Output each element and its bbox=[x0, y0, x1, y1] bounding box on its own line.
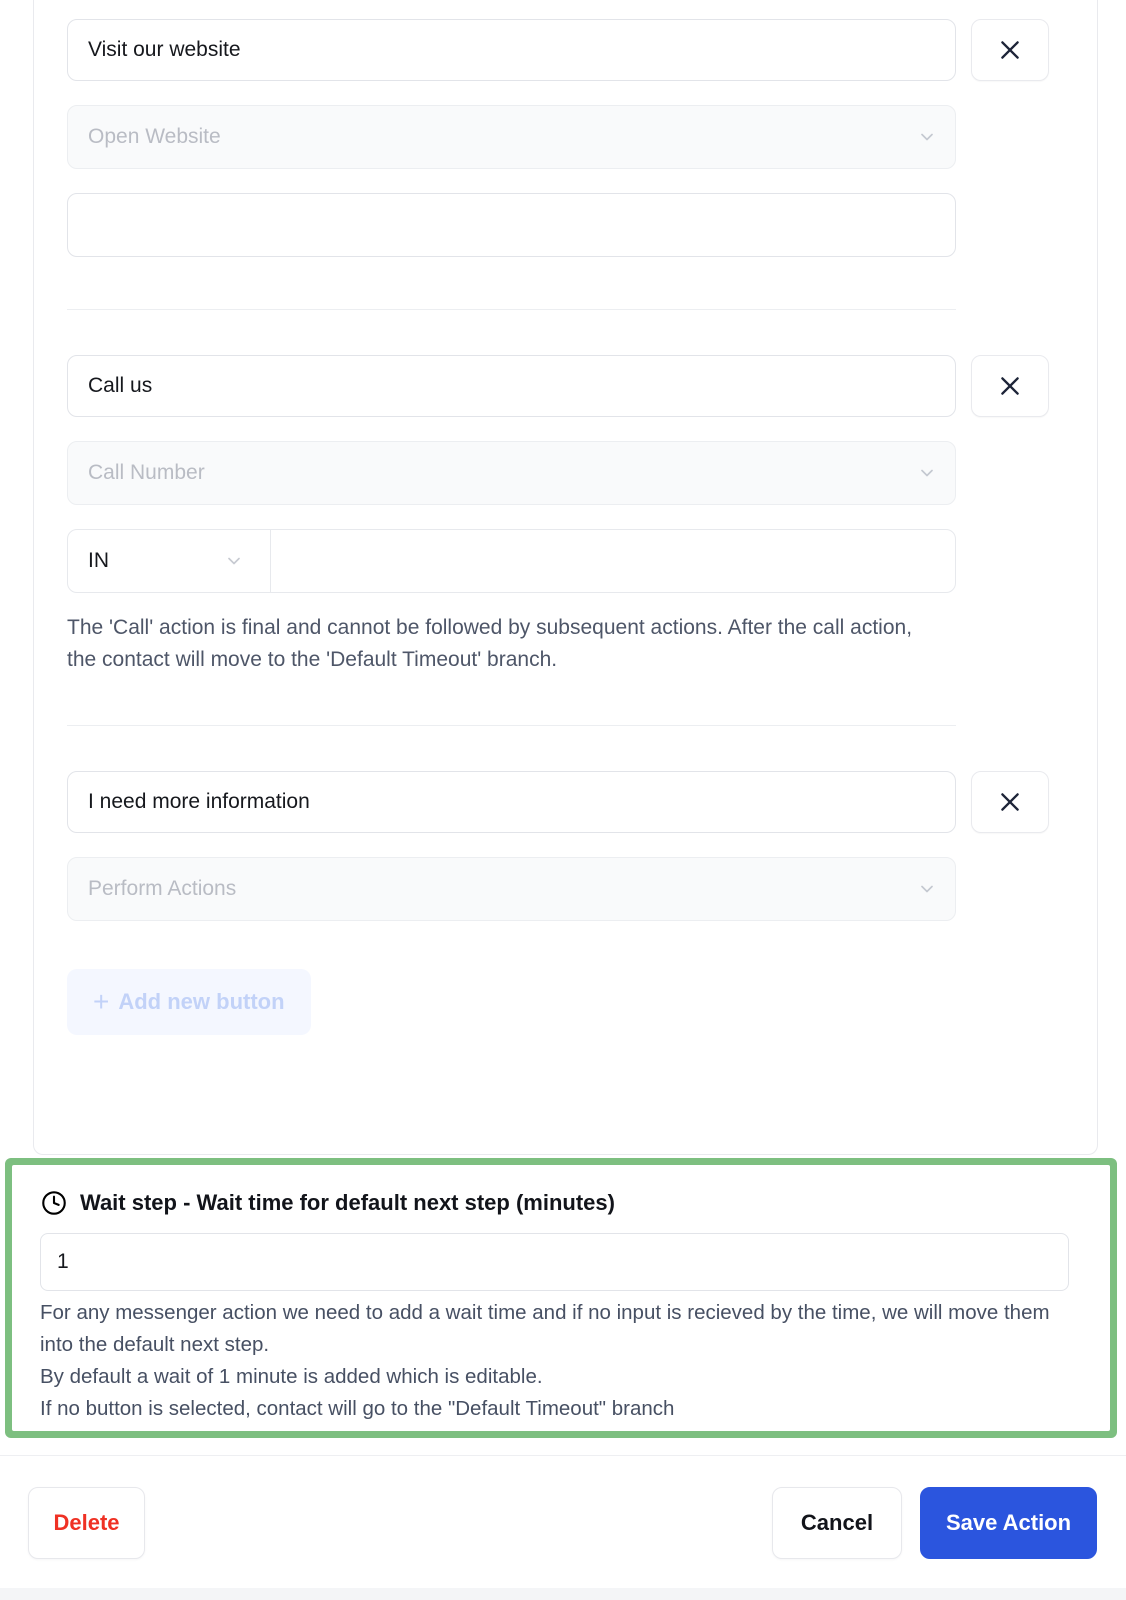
phone-number-input-2[interactable] bbox=[271, 530, 955, 592]
button-block-2: Call us Call Number IN The 'Call' action… bbox=[67, 310, 1064, 676]
bottom-strip bbox=[0, 1588, 1126, 1600]
wait-step-panel: Wait step - Wait time for default next s… bbox=[5, 1158, 1117, 1438]
button-label-input-2[interactable]: Call us bbox=[67, 355, 956, 417]
phone-country-code-value: IN bbox=[88, 549, 109, 572]
close-icon bbox=[997, 789, 1023, 815]
phone-input-group-2: IN bbox=[67, 529, 956, 593]
remove-button-1[interactable] bbox=[971, 19, 1049, 81]
wait-step-header: Wait step - Wait time for default next s… bbox=[40, 1189, 1082, 1217]
plus-icon: + bbox=[93, 986, 110, 1017]
button-action-select-1[interactable]: Open Website bbox=[67, 105, 956, 169]
add-button-wrapper: + Add new button bbox=[67, 969, 1064, 1035]
chevron-down-icon bbox=[917, 127, 937, 147]
chevron-down-icon bbox=[917, 879, 937, 899]
button-action-select-2[interactable]: Call Number bbox=[67, 441, 956, 505]
button-block-3: I need more information Perform Actions bbox=[67, 726, 1064, 1035]
chevron-down-icon bbox=[917, 463, 937, 483]
buttons-card-content: Visit our website Open Website Call us C… bbox=[67, 0, 1064, 1035]
phone-country-select-2[interactable]: IN bbox=[68, 530, 271, 592]
wait-step-description-line-1: For any messenger action we need to add … bbox=[40, 1301, 1050, 1356]
wait-step-panel-inner: Wait step - Wait time for default next s… bbox=[12, 1165, 1110, 1431]
wait-step-description-line-3: If no button is selected, contact will g… bbox=[40, 1397, 675, 1420]
clock-icon bbox=[40, 1189, 68, 1217]
cancel-button[interactable]: Cancel bbox=[772, 1487, 902, 1559]
close-icon bbox=[997, 37, 1023, 63]
footer-bar: Delete Cancel Save Action bbox=[0, 1455, 1126, 1588]
wait-step-description-line-2: By default a wait of 1 minute is added w… bbox=[40, 1365, 543, 1388]
action-editor-panel: Visit our website Open Website Call us C… bbox=[0, 0, 1126, 1600]
button-action-select-value-2: Call Number bbox=[88, 461, 205, 484]
chevron-down-icon bbox=[224, 551, 244, 571]
add-new-button[interactable]: + Add new button bbox=[67, 969, 311, 1035]
wait-step-title: Wait step - Wait time for default next s… bbox=[80, 1190, 615, 1215]
wait-step-description: For any messenger action we need to add … bbox=[40, 1297, 1075, 1425]
delete-button[interactable]: Delete bbox=[28, 1487, 145, 1559]
wait-time-input[interactable]: 1 bbox=[40, 1233, 1069, 1291]
button-label-input-3[interactable]: I need more information bbox=[67, 771, 956, 833]
button-label-input-1[interactable]: Visit our website bbox=[67, 19, 956, 81]
button-label-row-2: Call us bbox=[67, 355, 1064, 417]
button-action-select-3[interactable]: Perform Actions bbox=[67, 857, 956, 921]
button-url-input-1[interactable] bbox=[67, 193, 956, 257]
close-icon bbox=[997, 373, 1023, 399]
button-label-row-3: I need more information bbox=[67, 771, 1064, 833]
button-action-select-value-1: Open Website bbox=[88, 125, 221, 148]
button-label-row-1: Visit our website bbox=[67, 19, 1064, 81]
buttons-card: Visit our website Open Website Call us C… bbox=[33, 0, 1098, 1155]
button-block-1: Visit our website Open Website bbox=[67, 0, 1064, 257]
button-action-select-value-3: Perform Actions bbox=[88, 877, 237, 900]
save-action-button[interactable]: Save Action bbox=[920, 1487, 1097, 1559]
add-new-button-label: Add new button bbox=[118, 989, 285, 1014]
remove-button-3[interactable] bbox=[971, 771, 1049, 833]
remove-button-2[interactable] bbox=[971, 355, 1049, 417]
call-action-helper-text: The 'Call' action is final and cannot be… bbox=[67, 616, 913, 671]
